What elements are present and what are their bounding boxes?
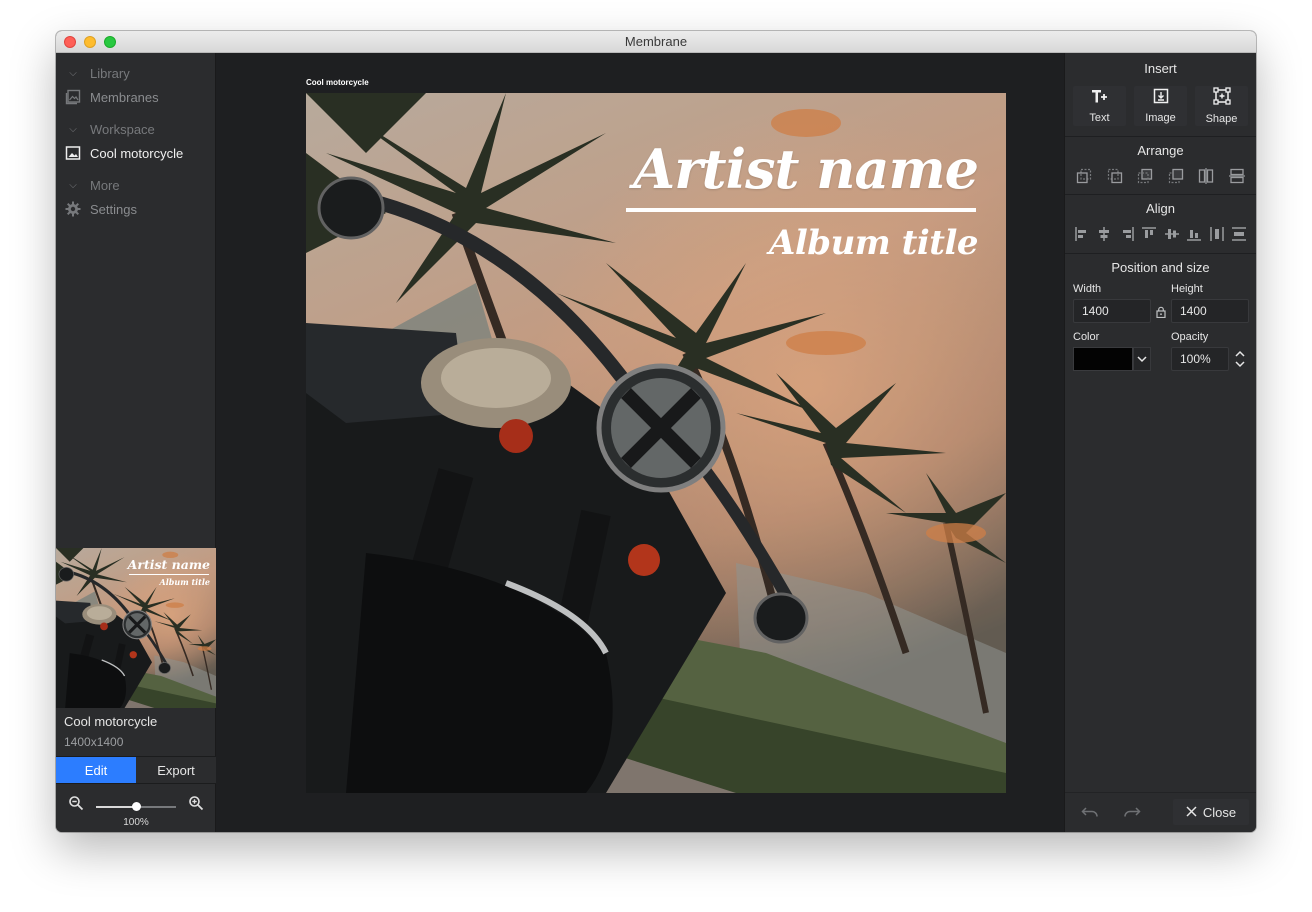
cover-album-text[interactable]: Album title	[769, 223, 978, 263]
distribute-horizontal-icon[interactable]	[1208, 225, 1226, 243]
tab-export[interactable]: Export	[136, 757, 216, 783]
insert-text-label: Text	[1089, 112, 1110, 124]
send-backward-icon[interactable]	[1106, 167, 1124, 185]
opacity-field[interactable]: 100%	[1171, 347, 1229, 371]
maximize-window-button[interactable]	[104, 36, 116, 48]
text-icon	[1091, 88, 1109, 109]
gear-icon	[64, 200, 82, 218]
thumbnail-artist: Artist name	[127, 557, 210, 572]
sidebar-item-label: Membranes	[90, 89, 159, 105]
align-toolbar	[1065, 225, 1256, 243]
undo-icon[interactable]	[1081, 805, 1099, 823]
project-thumbnail[interactable]: Artist name Album title	[56, 548, 216, 708]
canvas-area: Cool motorcycle Artist name Album title	[217, 53, 1064, 832]
window-controls	[64, 36, 116, 48]
insert-shape-label: Shape	[1205, 113, 1238, 125]
sidebar-item-settings[interactable]: Settings	[56, 197, 215, 221]
thumbnail-album: Album title	[159, 577, 210, 587]
sidebar-item-label: Cool motorcycle	[90, 145, 184, 161]
sidebar-item-label: Settings	[90, 201, 137, 217]
insert-toolbar: Text Image Shape	[1065, 86, 1256, 126]
mode-tabs: Edit Export	[56, 756, 216, 784]
app-window: Membrane ⌵ Library Membranes ⌵ Workspace…	[56, 31, 1256, 832]
zoom-out-icon[interactable]	[68, 795, 84, 816]
artboard[interactable]: Artist name Album title	[306, 93, 1006, 793]
redo-icon[interactable]	[1123, 805, 1141, 823]
insert-image-label: Image	[1145, 112, 1176, 124]
align-left-icon[interactable]	[1073, 225, 1091, 243]
section-label: Library	[90, 65, 130, 81]
zoom-control: 100%	[56, 787, 216, 832]
project-size: 1400x1400	[64, 735, 124, 749]
chevron-down-icon: ⌵	[69, 179, 77, 191]
chevron-down-icon	[1137, 350, 1147, 368]
chevron-down-icon: ⌵	[69, 123, 77, 135]
align-right-icon[interactable]	[1118, 225, 1136, 243]
flip-vertical-icon[interactable]	[1228, 167, 1246, 185]
cover-divider-line[interactable]	[626, 208, 976, 212]
close-label: Close	[1202, 804, 1237, 820]
close-icon	[1186, 805, 1197, 820]
position-size-heading: Position and size	[1111, 260, 1210, 275]
align-heading: Align	[1146, 201, 1175, 216]
align-middle-vertical-icon[interactable]	[1163, 225, 1181, 243]
height-label: Height	[1171, 283, 1203, 295]
bring-forward-icon[interactable]	[1136, 167, 1154, 185]
width-field[interactable]: 1400	[1073, 299, 1151, 323]
zoom-slider-handle[interactable]	[132, 802, 141, 811]
chevron-down-icon: ⌵	[69, 67, 77, 79]
artboard-label: Cool motorcycle	[306, 78, 369, 87]
insert-text-button[interactable]: Text	[1073, 86, 1126, 126]
color-swatch[interactable]	[1073, 347, 1133, 371]
arrange-heading: Arrange	[1137, 143, 1184, 158]
distribute-vertical-icon[interactable]	[1230, 225, 1248, 243]
window-title: Membrane	[624, 34, 688, 49]
opacity-label: Opacity	[1171, 331, 1209, 343]
insert-heading: Insert	[1144, 61, 1177, 76]
zoom-value: 100%	[123, 817, 149, 828]
cover-artist-text[interactable]: Artist name	[633, 137, 979, 201]
align-top-icon[interactable]	[1140, 225, 1158, 243]
align-bottom-icon[interactable]	[1185, 225, 1203, 243]
zoom-in-icon[interactable]	[188, 795, 204, 816]
color-dropdown-button[interactable]	[1133, 347, 1151, 371]
minimize-window-button[interactable]	[84, 36, 96, 48]
color-label: Color	[1073, 331, 1100, 343]
project-title: Cool motorcycle	[64, 714, 158, 729]
height-field[interactable]: 1400	[1171, 299, 1249, 323]
align-center-horizontal-icon[interactable]	[1095, 225, 1113, 243]
close-button[interactable]: Close	[1173, 799, 1249, 825]
section-label: More	[90, 177, 120, 193]
section-label: Workspace	[90, 121, 155, 137]
arrange-toolbar	[1065, 167, 1256, 185]
image-icon	[1153, 88, 1169, 109]
sidebar-item-cool-motorcycle[interactable]: Cool motorcycle	[56, 141, 215, 165]
section-library[interactable]: ⌵ Library	[56, 61, 215, 85]
section-workspace[interactable]: ⌵ Workspace	[56, 117, 215, 141]
lock-icon[interactable]	[1155, 305, 1167, 323]
flip-horizontal-icon[interactable]	[1197, 167, 1215, 185]
image-gallery-icon	[64, 88, 82, 106]
panel-footer: Close	[1065, 792, 1256, 832]
thumbnail-rule	[129, 574, 209, 575]
insert-image-button[interactable]: Image	[1134, 86, 1187, 126]
opacity-stepper[interactable]	[1231, 347, 1249, 371]
zoom-slider-fill	[96, 806, 136, 808]
sidebar: ⌵ Library Membranes ⌵ Workspace Cool mot…	[56, 53, 216, 832]
bring-to-front-icon[interactable]	[1167, 167, 1185, 185]
close-window-button[interactable]	[64, 36, 76, 48]
send-to-back-icon[interactable]	[1075, 167, 1093, 185]
title-bar: Membrane	[56, 31, 1256, 53]
section-more[interactable]: ⌵ More	[56, 173, 215, 197]
sidebar-item-membranes[interactable]: Membranes	[56, 85, 215, 109]
tab-edit[interactable]: Edit	[56, 757, 136, 783]
image-icon	[64, 144, 82, 162]
width-label: Width	[1073, 283, 1102, 295]
insert-shape-button[interactable]: Shape	[1195, 86, 1248, 126]
shape-icon	[1212, 87, 1231, 110]
inspector-panel: Insert Text Image Shape Arrange Align Po…	[1064, 53, 1256, 832]
